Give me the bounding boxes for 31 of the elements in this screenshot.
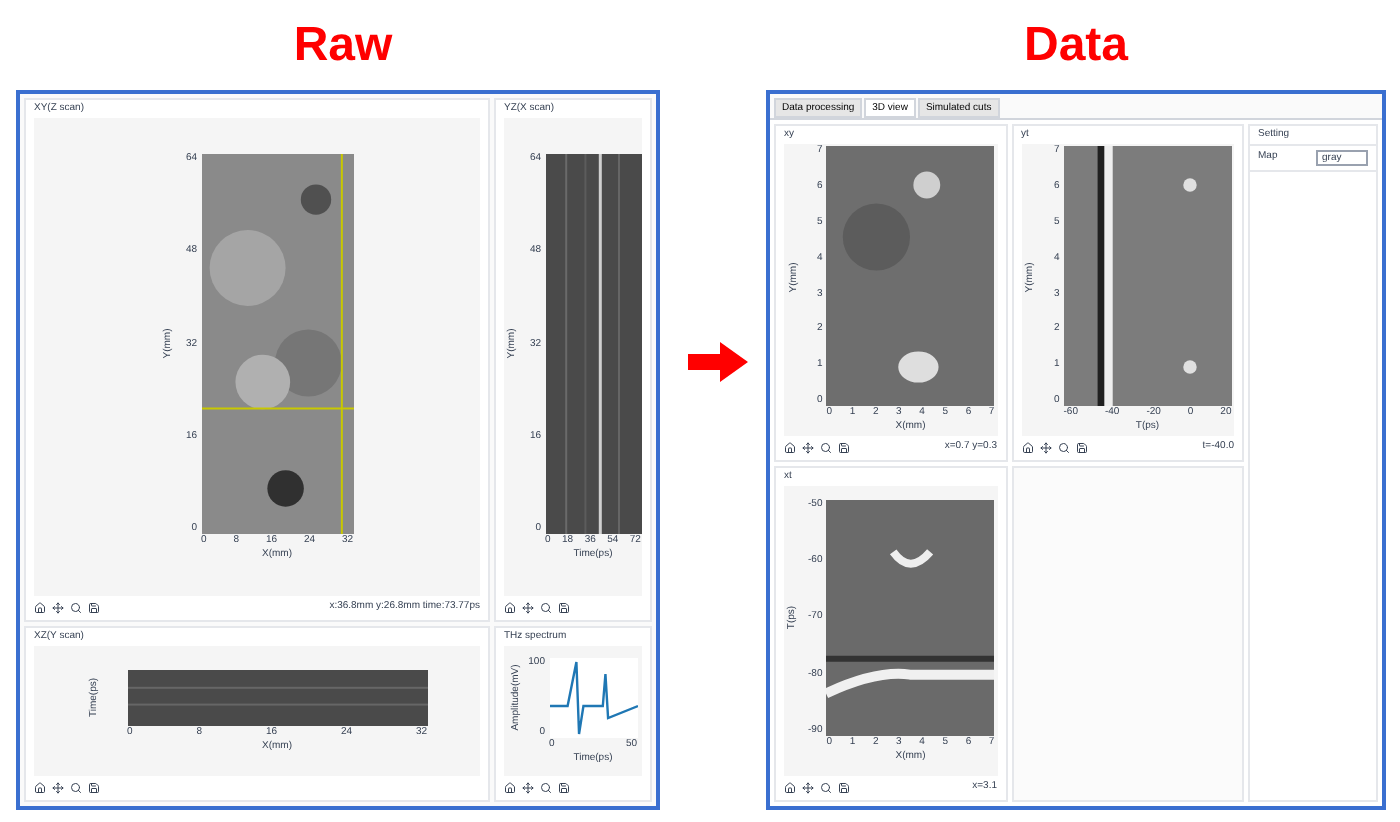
save-icon[interactable] <box>558 782 570 794</box>
pan-icon[interactable] <box>802 782 814 794</box>
home-icon[interactable] <box>34 782 46 794</box>
pan-icon[interactable] <box>52 602 64 614</box>
pan-icon[interactable] <box>802 441 814 453</box>
zoom-icon[interactable] <box>540 782 552 794</box>
zoom-icon[interactable] <box>540 602 552 614</box>
save-icon[interactable] <box>838 441 850 453</box>
heading: Data <box>1023 15 1129 75</box>
save-icon[interactable] <box>88 782 100 794</box>
save-icon[interactable] <box>558 602 570 614</box>
pan-icon[interactable] <box>1039 441 1051 453</box>
pan-icon[interactable] <box>522 782 534 794</box>
zoom-icon[interactable] <box>70 602 82 614</box>
home-icon[interactable] <box>784 782 796 794</box>
zoom-icon[interactable] <box>820 782 832 794</box>
home-icon[interactable] <box>784 441 796 453</box>
save-icon[interactable] <box>88 602 100 614</box>
pan-icon[interactable] <box>522 602 534 614</box>
save-icon[interactable] <box>838 782 850 794</box>
heading: Raw <box>293 15 393 75</box>
home-icon[interactable] <box>1021 441 1033 453</box>
home-icon[interactable] <box>504 782 516 794</box>
pan-icon[interactable] <box>52 782 64 794</box>
home-icon[interactable] <box>34 602 46 614</box>
save-icon[interactable] <box>1075 441 1087 453</box>
arrow-icon <box>688 341 748 381</box>
zoom-icon[interactable] <box>1057 441 1069 453</box>
zoom-icon[interactable] <box>70 782 82 794</box>
home-icon[interactable] <box>504 602 516 614</box>
zoom-icon[interactable] <box>820 441 832 453</box>
